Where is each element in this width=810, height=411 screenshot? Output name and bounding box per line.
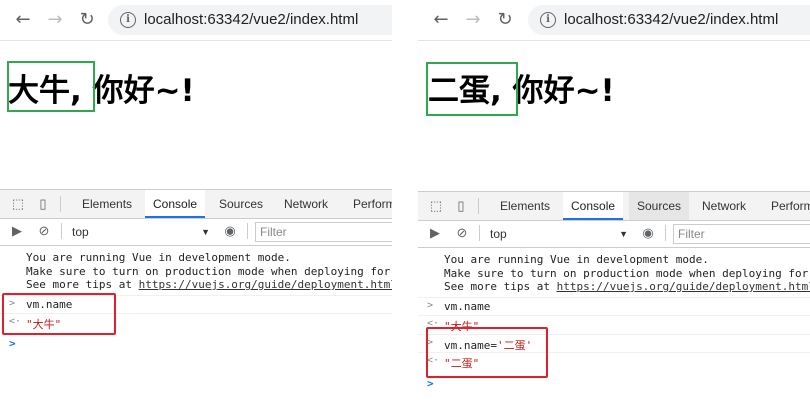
info-icon[interactable]: i bbox=[120, 12, 136, 28]
tab-elements[interactable]: Elements bbox=[492, 192, 558, 220]
reload-icon[interactable]: ↻ bbox=[76, 9, 98, 31]
vue-msg-line: Make sure to turn on production mode whe… bbox=[444, 266, 809, 280]
vue-msg-line: You are running Vue in development mode. bbox=[26, 251, 291, 264]
context-select[interactable]: top ▼ bbox=[67, 223, 212, 241]
device-toolbar-icon[interactable]: ▯ bbox=[35, 196, 51, 212]
divider bbox=[247, 223, 248, 239]
console-prompt[interactable]: > bbox=[427, 377, 434, 390]
back-arrow-icon[interactable]: ← bbox=[430, 9, 452, 31]
clear-console-icon[interactable]: ⊘ bbox=[454, 225, 470, 241]
browser-toolbar: ← → ↻ i localhost:63342/vue2/index.html bbox=[0, 0, 392, 41]
console-sidebar-icon[interactable]: ▶ bbox=[427, 225, 443, 241]
console-filterbar: ▶ ⊘ top ▼ ◉ Filter bbox=[418, 221, 810, 248]
tab-performance[interactable]: Perform bbox=[763, 192, 810, 220]
tab-elements[interactable]: Elements bbox=[74, 190, 140, 218]
vue-msg-prefix: See more tips at bbox=[444, 280, 557, 293]
address-bar[interactable]: i localhost:63342/vue2/index.html bbox=[108, 5, 392, 35]
device-toolbar-icon[interactable]: ▯ bbox=[453, 198, 469, 214]
highlight-box bbox=[426, 62, 518, 116]
info-icon[interactable]: i bbox=[540, 12, 556, 28]
divider bbox=[479, 225, 480, 241]
context-select[interactable]: top ▼ bbox=[485, 225, 630, 243]
input-caret-icon: > bbox=[427, 300, 434, 311]
filter-input[interactable]: Filter bbox=[255, 222, 392, 242]
annotation-box bbox=[2, 293, 116, 335]
console-filterbar: ▶ ⊘ top ▼ ◉ Filter bbox=[0, 219, 392, 246]
vue-dev-message: You are running Vue in development mode.… bbox=[26, 251, 392, 292]
forward-arrow-icon[interactable]: → bbox=[44, 9, 66, 31]
chevron-down-icon: ▼ bbox=[619, 229, 628, 239]
url-text: localhost:63342/vue2/index.html bbox=[564, 11, 779, 28]
divider bbox=[478, 198, 479, 214]
greeting-text: 你好~! bbox=[92, 73, 195, 109]
inspect-element-icon[interactable]: ⬚ bbox=[428, 198, 444, 214]
console-prompt[interactable]: > bbox=[9, 337, 16, 350]
highlight-box bbox=[7, 61, 95, 112]
address-bar[interactable]: i localhost:63342/vue2/index.html bbox=[528, 5, 810, 35]
divider bbox=[61, 223, 62, 239]
inspect-element-icon[interactable]: ⬚ bbox=[10, 196, 26, 212]
reload-icon[interactable]: ↻ bbox=[494, 9, 516, 31]
chevron-down-icon: ▼ bbox=[201, 227, 210, 237]
console-sidebar-icon[interactable]: ▶ bbox=[9, 223, 25, 239]
context-value: top bbox=[72, 225, 89, 239]
vue-deployment-link[interactable]: https://vuejs.org/guide/deployment.html bbox=[557, 280, 810, 293]
devtools-panel: ⬚ ▯ Elements Console Sources Network Per… bbox=[418, 191, 810, 411]
page-content: 大牛, 你好~! bbox=[0, 41, 392, 189]
console-entry-input: > vm.name bbox=[418, 297, 810, 316]
vue-msg-prefix: See more tips at bbox=[26, 278, 139, 291]
devtools-tabbar: ⬚ ▯ Elements Console Sources Network Per… bbox=[418, 192, 810, 221]
tab-sources[interactable]: Sources bbox=[211, 190, 271, 218]
live-expression-icon[interactable]: ◉ bbox=[640, 225, 656, 241]
panel-gap bbox=[392, 0, 418, 411]
clear-console-icon[interactable]: ⊘ bbox=[36, 223, 52, 239]
tab-sources[interactable]: Sources bbox=[629, 192, 690, 220]
vue-msg-line: See more tips at https://vuejs.org/guide… bbox=[444, 280, 810, 294]
console-input-text: vm.name bbox=[444, 300, 491, 313]
vue-msg-line: You are running Vue in development mode. bbox=[444, 253, 709, 266]
browser-toolbar: ← → ↻ i localhost:63342/vue2/index.html bbox=[418, 0, 810, 41]
vue-msg-line: Make sure to turn on production mode whe… bbox=[26, 264, 391, 278]
tab-network[interactable]: Network bbox=[694, 192, 754, 220]
vue-msg-line: See more tips at https://vuejs.org/guide… bbox=[26, 278, 392, 292]
forward-arrow-icon[interactable]: → bbox=[462, 9, 484, 31]
divider bbox=[60, 196, 61, 212]
tab-performance[interactable]: Perform bbox=[345, 190, 392, 218]
devtools-tabbar: ⬚ ▯ Elements Console Sources Network Per… bbox=[0, 190, 392, 219]
tab-network[interactable]: Network bbox=[276, 190, 336, 218]
filter-input[interactable]: Filter bbox=[673, 224, 810, 244]
tab-console[interactable]: Console bbox=[145, 190, 206, 218]
vue-deployment-link[interactable]: https://vuejs.org/guide/deployment.html bbox=[139, 278, 392, 291]
vue-dev-message: You are running Vue in development mode.… bbox=[444, 253, 810, 294]
tab-console[interactable]: Console bbox=[563, 192, 624, 220]
back-arrow-icon[interactable]: ← bbox=[12, 9, 34, 31]
right-browser-window: ← → ↻ i localhost:63342/vue2/index.html … bbox=[418, 0, 810, 411]
url-text: localhost:63342/vue2/index.html bbox=[144, 11, 359, 28]
greeting-text: 你好~! bbox=[512, 73, 615, 109]
divider bbox=[665, 225, 666, 241]
page-content: 二蛋, 你好~! bbox=[418, 41, 810, 189]
left-browser-window: ← → ↻ i localhost:63342/vue2/index.html … bbox=[0, 0, 392, 411]
annotation-box bbox=[426, 327, 548, 378]
context-value: top bbox=[490, 227, 507, 241]
live-expression-icon[interactable]: ◉ bbox=[222, 223, 238, 239]
